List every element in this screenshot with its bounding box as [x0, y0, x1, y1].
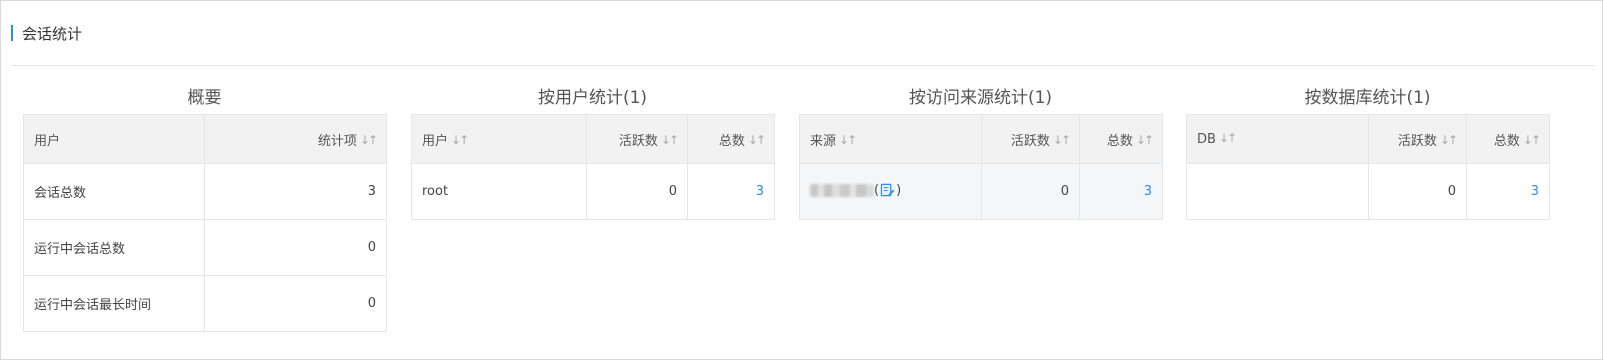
- section-divider: [11, 65, 1595, 66]
- summary-panel: 概要 用户 统计项 ↓↑ 会话总数 3 运行中会话总数 0 运行中会话最长时间 0: [23, 82, 387, 332]
- source-address: ( ): [810, 183, 901, 198]
- sort-icon[interactable]: ↓↑: [451, 133, 469, 147]
- by-user-col-total[interactable]: 总数 ↓↑: [687, 114, 775, 164]
- summary-col-user: 用户: [23, 114, 205, 164]
- by-source-col-source[interactable]: 来源 ↓↑: [799, 114, 982, 164]
- by-db-table: DB ↓↑ 活跃数 ↓↑ 总数 ↓↑ 0 3: [1186, 114, 1550, 220]
- by-user-col-total-label: 总数: [718, 133, 745, 149]
- by-user-row-total-link[interactable]: 3: [687, 163, 775, 220]
- section-accent-bar: [11, 25, 13, 41]
- by-user-row-active: 0: [586, 163, 688, 220]
- sort-icon[interactable]: ↓↑: [661, 133, 679, 147]
- sort-icon[interactable]: ↓↑: [748, 133, 766, 147]
- by-source-col-active-label: 活跃数: [1010, 133, 1050, 149]
- redacted-address: [810, 183, 874, 197]
- paren-close: ): [896, 182, 902, 198]
- sort-icon[interactable]: ↓↑: [1219, 131, 1237, 145]
- by-user-col-user-label: 用户: [422, 133, 449, 149]
- summary-row-value: 3: [204, 163, 387, 220]
- summary-row-label: 会话总数: [23, 163, 205, 220]
- by-user-col-user[interactable]: 用户 ↓↑: [411, 114, 587, 164]
- by-source-col-source-label: 来源: [810, 133, 837, 149]
- by-db-row-total-link[interactable]: 3: [1466, 163, 1550, 220]
- by-db-col-db-label: DB: [1197, 132, 1216, 147]
- summary-row-value: 0: [204, 275, 387, 332]
- by-user-panel: 按用户统计(1) 用户 ↓↑ 活跃数 ↓↑ 总数 ↓↑ root 0 3: [411, 82, 775, 220]
- by-user-col-active-label: 活跃数: [618, 133, 658, 149]
- by-db-row-active: 0: [1368, 163, 1467, 220]
- summary-row-label: 运行中会话总数: [23, 219, 205, 276]
- sort-icon[interactable]: ↓↑: [360, 133, 378, 147]
- by-db-col-db[interactable]: DB ↓↑: [1186, 114, 1369, 164]
- by-db-title: 按数据库统计(1): [1304, 88, 1431, 108]
- by-source-col-active[interactable]: 活跃数 ↓↑: [981, 114, 1080, 164]
- by-source-row-total-link[interactable]: 3: [1079, 163, 1163, 220]
- sort-icon[interactable]: ↓↑: [1136, 133, 1154, 147]
- summary-header-row: 用户 统计项 ↓↑: [23, 114, 387, 164]
- by-source-col-total[interactable]: 总数 ↓↑: [1079, 114, 1163, 164]
- by-user-col-active[interactable]: 活跃数 ↓↑: [586, 114, 688, 164]
- sort-icon[interactable]: ↓↑: [1523, 133, 1541, 147]
- by-db-panel: 按数据库统计(1) DB ↓↑ 活跃数 ↓↑ 总数 ↓↑ 0 3: [1186, 82, 1550, 220]
- by-source-title: 按访问来源统计(1): [908, 88, 1053, 108]
- by-source-header-row: 来源 ↓↑ 活跃数 ↓↑ 总数 ↓↑: [799, 114, 1163, 164]
- summary-col-stat-label: 统计项: [317, 133, 357, 149]
- by-source-panel: 按访问来源统计(1) 来源 ↓↑ 活跃数 ↓↑ 总数 ↓↑ ( ) 0 3: [799, 82, 1163, 220]
- by-db-col-active-label: 活跃数: [1397, 133, 1437, 149]
- by-user-row-user: root: [411, 163, 587, 220]
- table-row: 运行中会话最长时间 0: [23, 275, 387, 332]
- by-source-table: 来源 ↓↑ 活跃数 ↓↑ 总数 ↓↑ ( ) 0 3: [799, 114, 1163, 220]
- table-row: ( ) 0 3: [799, 163, 1163, 220]
- by-db-col-total[interactable]: 总数 ↓↑: [1466, 114, 1550, 164]
- sort-icon[interactable]: ↓↑: [1440, 133, 1458, 147]
- by-user-header-row: 用户 ↓↑ 活跃数 ↓↑ 总数 ↓↑: [411, 114, 775, 164]
- sort-icon[interactable]: ↓↑: [839, 133, 857, 147]
- by-source-col-total-label: 总数: [1106, 133, 1133, 149]
- by-user-table: 用户 ↓↑ 活跃数 ↓↑ 总数 ↓↑ root 0 3: [411, 114, 775, 220]
- by-source-row-active: 0: [981, 163, 1080, 220]
- summary-row-label: 运行中会话最长时间: [23, 275, 205, 332]
- table-row: 0 3: [1186, 163, 1550, 220]
- by-db-col-total-label: 总数: [1493, 133, 1520, 149]
- summary-col-stat[interactable]: 统计项 ↓↑: [204, 114, 387, 164]
- by-db-row-db: [1186, 163, 1369, 220]
- section-header: 会话统计: [11, 22, 82, 44]
- sort-icon[interactable]: ↓↑: [1053, 133, 1071, 147]
- summary-title: 概要: [187, 88, 222, 108]
- table-row: 运行中会话总数 0: [23, 219, 387, 276]
- by-db-header-row: DB ↓↑ 活跃数 ↓↑ 总数 ↓↑: [1186, 114, 1550, 164]
- summary-table: 用户 统计项 ↓↑ 会话总数 3 运行中会话总数 0 运行中会话最长时间 0: [23, 114, 387, 332]
- edit-note-icon[interactable]: [880, 183, 895, 198]
- paren-open: (: [874, 182, 880, 198]
- table-row: root 0 3: [411, 163, 775, 220]
- summary-row-value: 0: [204, 219, 387, 276]
- by-source-row-source: ( ): [799, 163, 982, 220]
- by-db-col-active[interactable]: 活跃数 ↓↑: [1368, 114, 1467, 164]
- table-row: 会话总数 3: [23, 163, 387, 220]
- by-user-title: 按用户统计(1): [537, 88, 648, 108]
- section-title: 会话统计: [22, 24, 83, 43]
